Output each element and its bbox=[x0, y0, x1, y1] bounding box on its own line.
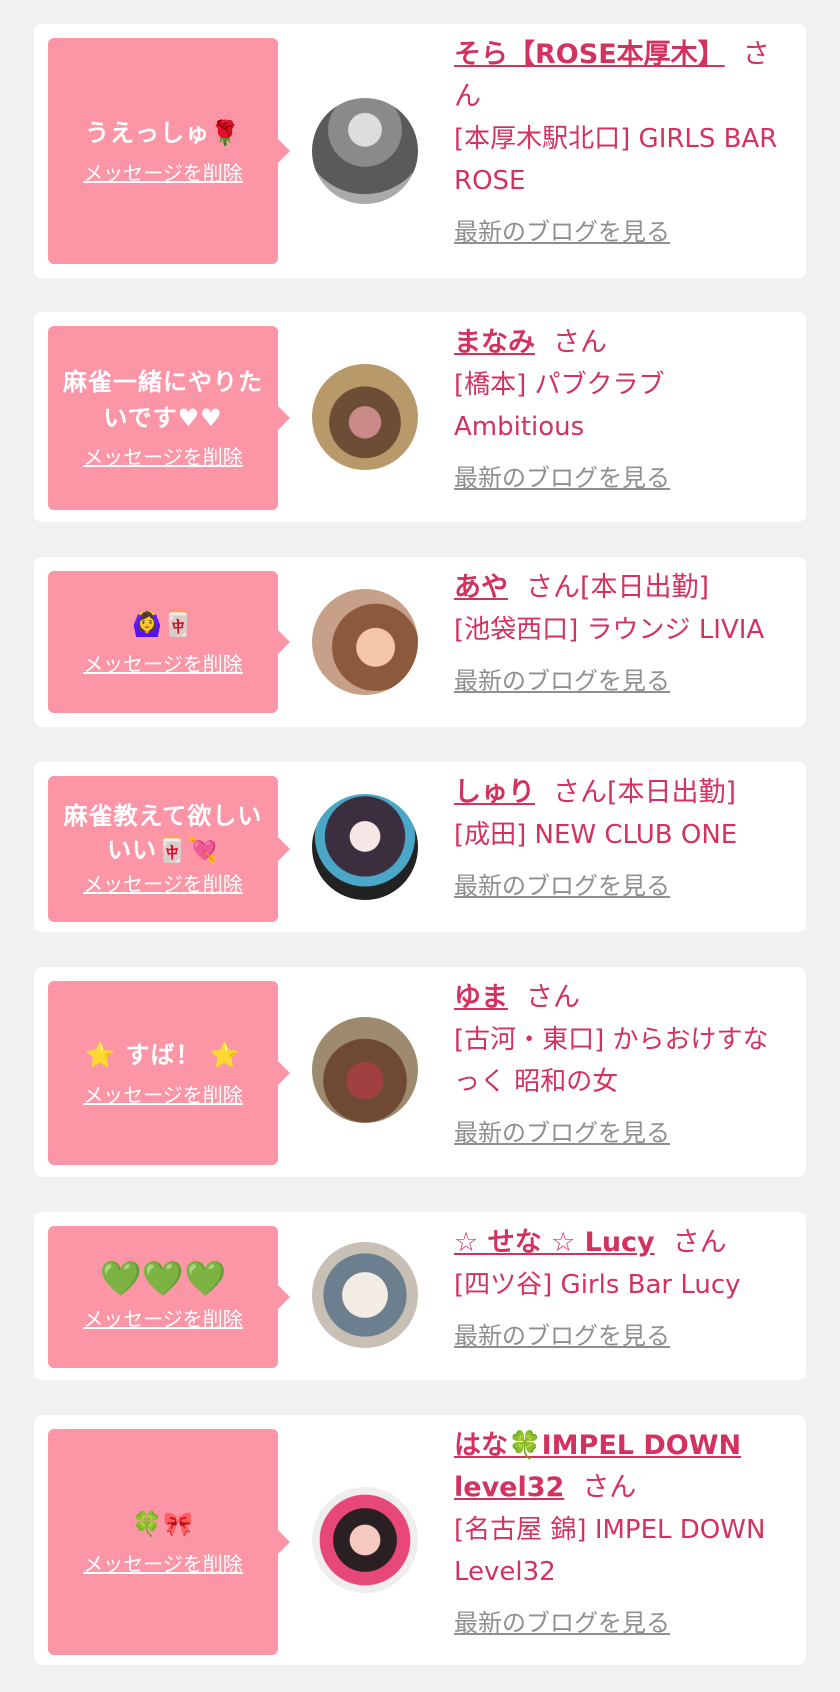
message-bubble: 🍀🎀 メッセージを削除 bbox=[48, 1429, 290, 1655]
delete-message-link[interactable]: メッセージを削除 bbox=[83, 649, 243, 679]
message-bubble: 麻雀一緒にやりたいです♥♥ メッセージを削除 bbox=[48, 326, 290, 510]
message-text: 💚💚💚 bbox=[99, 1260, 226, 1298]
cast-info: そら【ROSE本厚木】 さん [本厚木駅北口] GIRLS BAR ROSE 最新… bbox=[454, 34, 790, 250]
avatar[interactable] bbox=[312, 364, 418, 470]
cast-info: あや さん[本日出勤] [池袋西口] ラウンジ LIVIA 最新のブログを見る bbox=[454, 567, 790, 699]
honorific: さん bbox=[672, 1227, 727, 1258]
avatar[interactable] bbox=[312, 98, 418, 204]
honorific: さん bbox=[582, 1472, 637, 1503]
message-text: 🍀🎀 bbox=[132, 1505, 194, 1543]
avatar[interactable] bbox=[312, 794, 418, 900]
message-text: 🙆‍♀️🀄 bbox=[132, 605, 194, 643]
message-card: 麻雀一緒にやりたいです♥♥ メッセージを削除 まなみ さん [橋本] パブクラブ … bbox=[34, 312, 806, 522]
avatar[interactable] bbox=[312, 589, 418, 695]
star-icon: ⭐ bbox=[209, 1041, 241, 1069]
message-text: ⭐ すば！ ⭐ bbox=[85, 1041, 241, 1069]
message-text: 麻雀一緒にやりたいです♥♥ bbox=[63, 368, 263, 432]
mahjong-heart-icon: 🀄💘 bbox=[157, 836, 219, 864]
message-card: ⭐ すば！ ⭐ メッセージを削除 ゆま さん [古河・東口] からおけすなっく 昭… bbox=[34, 967, 806, 1177]
shop-name: [池袋西口] ラウンジ LIVIA bbox=[454, 615, 765, 645]
ok-gesture-mahjong-icon: 🙆‍♀️🀄 bbox=[132, 610, 194, 638]
green-heart-icon: 💚💚💚 bbox=[99, 1259, 227, 1299]
status-badge: [本日出勤] bbox=[580, 572, 710, 603]
delete-message-link[interactable]: メッセージを削除 bbox=[83, 1080, 243, 1110]
status-badge: [本日出勤] bbox=[607, 777, 737, 808]
delete-message-link[interactable]: メッセージを削除 bbox=[83, 158, 243, 188]
message-bubble: 🙆‍♀️🀄 メッセージを削除 bbox=[48, 571, 290, 713]
latest-blog-link[interactable]: 最新のブログを見る bbox=[454, 1318, 670, 1354]
shop-name: [名古屋 錦] IMPEL DOWN Level32 bbox=[454, 1515, 766, 1587]
cast-name-link[interactable]: ☆ せな ☆ Lucy bbox=[454, 1227, 655, 1258]
latest-blog-link[interactable]: 最新のブログを見る bbox=[454, 1115, 670, 1151]
shop-name: [橋本] パブクラブ Ambitious bbox=[454, 370, 665, 442]
honorific: さん bbox=[526, 572, 580, 603]
delete-message-link[interactable]: メッセージを削除 bbox=[83, 442, 243, 472]
cast-info: まなみ さん [橋本] パブクラブ Ambitious 最新のブログを見る bbox=[454, 322, 790, 496]
delete-message-link[interactable]: メッセージを削除 bbox=[83, 1304, 243, 1334]
message-card: 🍀🎀 メッセージを削除 はな🍀IMPEL DOWN level32 さん [名古屋… bbox=[34, 1415, 806, 1665]
shop-name: [古河・東口] からおけすなっく 昭和の女 bbox=[454, 1025, 769, 1097]
message-bubble: うえっしゅ🌹 メッセージを削除 bbox=[48, 38, 290, 264]
avatar[interactable] bbox=[312, 1017, 418, 1123]
delete-message-link[interactable]: メッセージを削除 bbox=[83, 1549, 243, 1579]
latest-blog-link[interactable]: 最新のブログを見る bbox=[454, 663, 670, 699]
cast-info: はな🍀IMPEL DOWN level32 さん [名古屋 錦] IMPEL DO… bbox=[454, 1425, 790, 1641]
cast-info: しゅり さん[本日出勤] [成田] NEW CLUB ONE 最新のブログを見る bbox=[454, 772, 790, 904]
delete-message-link[interactable]: メッセージを削除 bbox=[83, 869, 243, 899]
shop-name: [四ツ谷] Girls Bar Lucy bbox=[454, 1270, 741, 1300]
message-card: 麻雀教えて欲しいいい🀄💘 メッセージを削除 しゅり さん[本日出勤] [成田] N… bbox=[34, 762, 806, 932]
honorific: さん bbox=[553, 327, 607, 358]
cast-info: ☆ せな ☆ Lucy さん [四ツ谷] Girls Bar Lucy 最新のブロ… bbox=[454, 1222, 790, 1354]
cast-name-link[interactable]: あや bbox=[454, 572, 508, 603]
message-card: 🙆‍♀️🀄 メッセージを削除 あや さん[本日出勤] [池袋西口] ラウンジ LI… bbox=[34, 557, 806, 727]
message-text: 麻雀教えて欲しいいい🀄💘 bbox=[63, 802, 263, 864]
latest-blog-link[interactable]: 最新のブログを見る bbox=[454, 1605, 670, 1641]
cast-info: ゆま さん [古河・東口] からおけすなっく 昭和の女 最新のブログを見る bbox=[454, 977, 790, 1151]
honorific: さん bbox=[526, 982, 580, 1013]
shop-name: [本厚木駅北口] GIRLS BAR ROSE bbox=[454, 124, 778, 196]
clover-ribbon-icon: 🍀🎀 bbox=[132, 1510, 194, 1538]
avatar[interactable] bbox=[312, 1242, 418, 1348]
rose-icon: 🌹 bbox=[210, 119, 241, 147]
latest-blog-link[interactable]: 最新のブログを見る bbox=[454, 460, 670, 496]
message-text: うえっしゅ🌹 bbox=[85, 119, 241, 147]
cast-name-link[interactable]: まなみ bbox=[454, 327, 535, 358]
message-bubble: 💚💚💚 メッセージを削除 bbox=[48, 1226, 290, 1368]
latest-blog-link[interactable]: 最新のブログを見る bbox=[454, 868, 670, 904]
message-card: うえっしゅ🌹 メッセージを削除 そら【ROSE本厚木】 さん [本厚木駅北口] G… bbox=[34, 24, 806, 278]
star-icon: ⭐ bbox=[85, 1041, 117, 1069]
cast-name-link[interactable]: そら【ROSE本厚木】 bbox=[454, 39, 725, 70]
latest-blog-link[interactable]: 最新のブログを見る bbox=[454, 214, 670, 250]
honorific: さん bbox=[553, 777, 607, 808]
message-card: 💚💚💚 メッセージを削除 ☆ せな ☆ Lucy さん [四ツ谷] Girls B… bbox=[34, 1212, 806, 1380]
avatar[interactable] bbox=[312, 1487, 418, 1593]
shop-name: [成田] NEW CLUB ONE bbox=[454, 820, 738, 850]
cast-name-link[interactable]: ゆま bbox=[454, 982, 508, 1013]
message-bubble: ⭐ すば！ ⭐ メッセージを削除 bbox=[48, 981, 290, 1165]
message-bubble: 麻雀教えて欲しいいい🀄💘 メッセージを削除 bbox=[48, 776, 290, 922]
cast-name-link[interactable]: しゅり bbox=[454, 777, 535, 808]
